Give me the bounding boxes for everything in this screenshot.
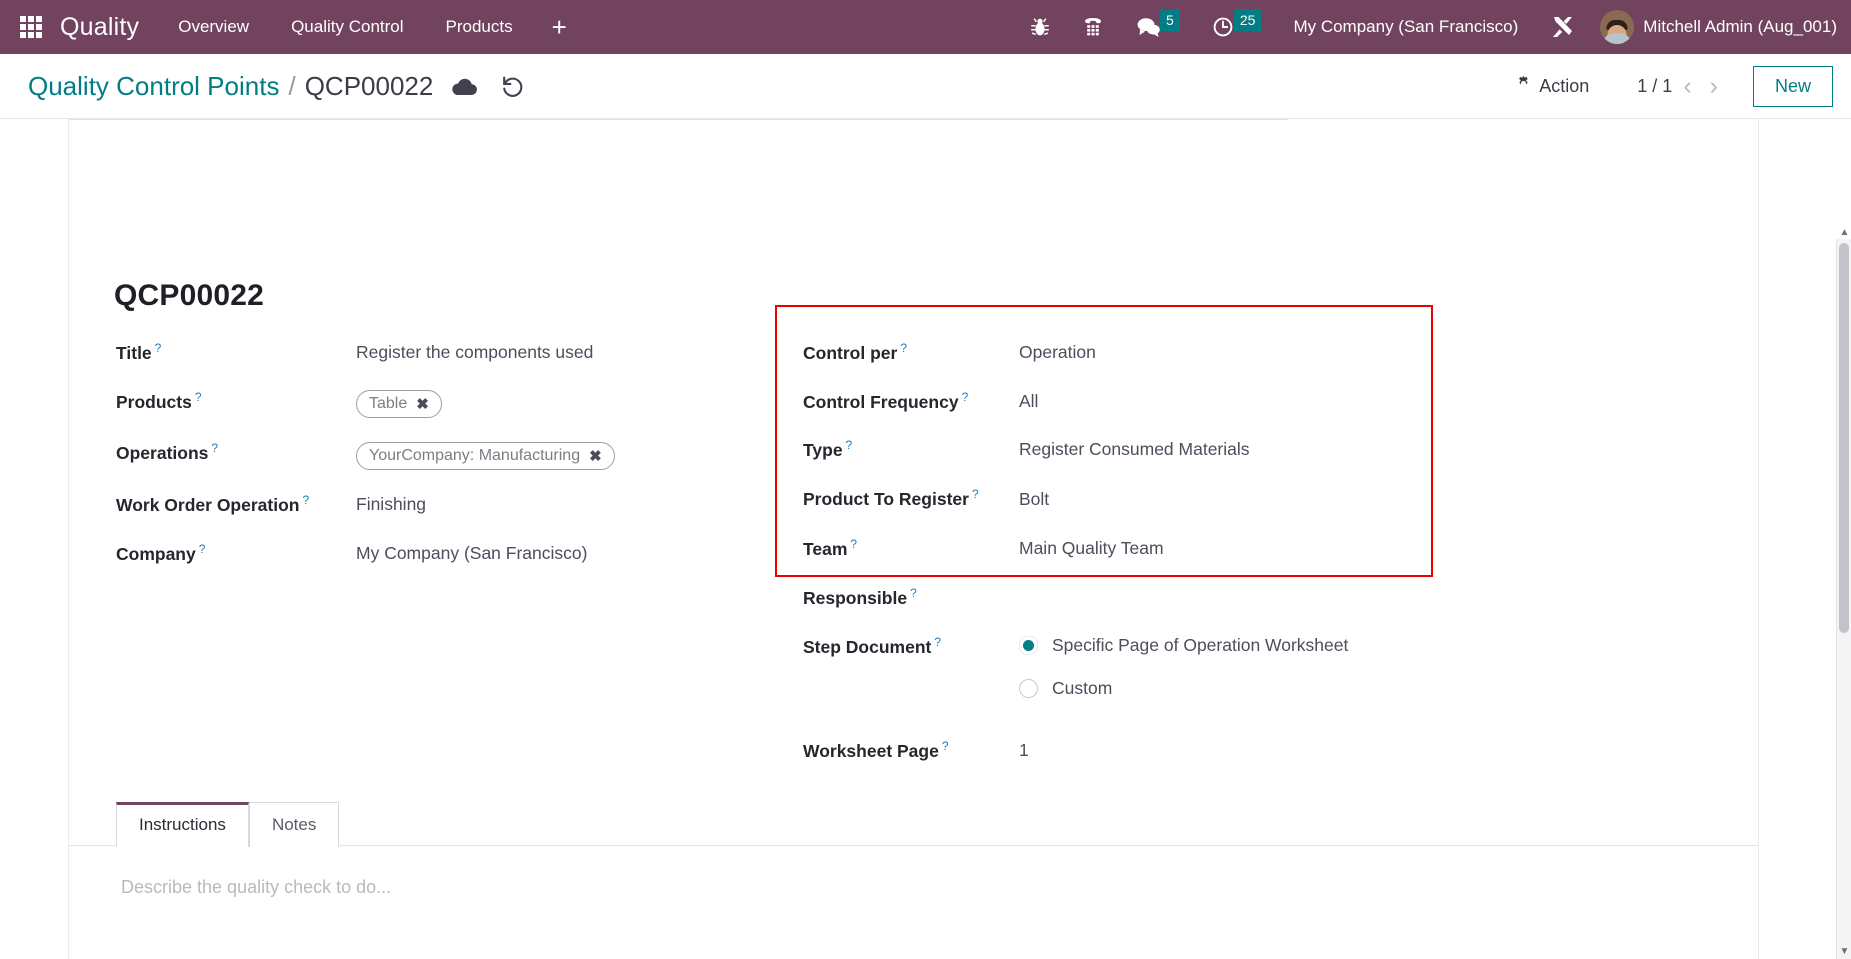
cloud-upload-icon[interactable] (451, 76, 478, 97)
radio-option-specific-page[interactable]: Specific Page of Operation Worksheet (1019, 635, 1348, 656)
field-label-operations: Operations? (116, 441, 219, 463)
new-button[interactable]: New (1752, 65, 1833, 107)
help-icon-control-frequency[interactable]: ? (962, 390, 969, 404)
field-label-team: Team? (803, 537, 858, 559)
breadcrumb-current-record: QCP00022 (304, 70, 434, 101)
apps-grid-icon (20, 16, 42, 38)
help-icon-product-to-register[interactable]: ? (972, 487, 979, 501)
remove-x-icon[interactable]: ✖ (416, 395, 429, 413)
tools-wrench-icon[interactable] (1534, 0, 1592, 54)
apps-menu-button[interactable] (8, 0, 54, 54)
radio-label: Specific Page of Operation Worksheet (1052, 635, 1349, 655)
field-value-control-frequency[interactable]: All (1019, 391, 1038, 412)
radio-selected-icon[interactable] (1019, 636, 1038, 655)
company-switcher[interactable]: My Company (San Francisco) (1277, 17, 1534, 37)
breadcrumb: Quality Control Points / QCP00022 (28, 71, 433, 102)
field-label-title: Title? (116, 341, 162, 363)
remove-x-icon[interactable]: ✖ (589, 447, 602, 465)
help-icon-type[interactable]: ? (846, 438, 853, 452)
radio-option-custom[interactable]: Custom (1019, 678, 1112, 699)
tab-instructions[interactable]: Instructions (116, 802, 249, 847)
field-label-worksheet-page: Worksheet Page? (803, 739, 949, 761)
help-icon-products[interactable]: ? (195, 390, 202, 404)
field-value-company[interactable]: My Company (San Francisco) (356, 543, 587, 564)
scroll-down-arrow-icon[interactable]: ▼ (1837, 946, 1851, 957)
help-icon-title[interactable]: ? (155, 341, 162, 355)
field-label-work-order-operation: Work Order Operation? (116, 493, 310, 515)
help-icon-responsible[interactable]: ? (910, 586, 917, 600)
field-value-worksheet-page[interactable]: 1 (1019, 740, 1029, 761)
field-label-product-to-register: Product To Register? (803, 487, 979, 509)
field-label-step-document: Step Document? (803, 635, 942, 657)
page-scrollbar[interactable]: ▲ ▼ (1836, 227, 1851, 959)
phone-dialpad-icon[interactable] (1066, 0, 1120, 54)
chip-operations-manufacturing[interactable]: YourCompany: Manufacturing ✖ (356, 442, 615, 470)
tab-notes[interactable]: Notes (248, 802, 340, 847)
help-icon-worksheet-page[interactable]: ? (942, 739, 949, 753)
activities-counter[interactable]: 25 (1196, 0, 1278, 54)
field-value-type[interactable]: Register Consumed Materials (1019, 439, 1250, 460)
field-label-products: Products? (116, 390, 202, 412)
messages-counter[interactable]: 5 (1120, 0, 1196, 54)
record-actions (451, 75, 525, 98)
help-icon-team[interactable]: ? (850, 537, 857, 551)
messages-badge-count: 5 (1159, 9, 1180, 31)
instructions-placeholder[interactable]: Describe the quality check to do... (121, 877, 391, 898)
chevron-left-icon[interactable]: ‹ (1676, 73, 1698, 99)
bug-icon[interactable] (1014, 0, 1066, 54)
field-value-control-per[interactable]: Operation (1019, 342, 1096, 363)
user-menu[interactable]: Mitchell Admin (Aug_001) (1592, 10, 1837, 44)
pager: 1 / 1 ‹ › (1637, 73, 1725, 99)
nav-item-quality-control[interactable]: Quality Control (270, 0, 424, 54)
field-value-title[interactable]: Register the components used (356, 342, 593, 363)
form-view-body: QCP00022 Title? Register the components … (0, 119, 1851, 959)
action-menu-label: Action (1539, 75, 1590, 96)
help-icon-step-document[interactable]: ? (934, 635, 941, 649)
breadcrumb-separator: / (288, 70, 296, 101)
breadcrumb-parent-link[interactable]: Quality Control Points (28, 71, 279, 102)
pager-count: 1 / 1 (1637, 75, 1673, 96)
field-label-company: Company? (116, 542, 206, 564)
clock-activity-icon (1212, 15, 1236, 39)
field-value-work-order-operation[interactable]: Finishing (356, 494, 426, 515)
scrollbar-thumb[interactable] (1839, 243, 1849, 633)
nav-add-button[interactable]: + (534, 0, 585, 54)
gear-icon (1515, 75, 1532, 97)
radio-unselected-icon[interactable] (1019, 679, 1038, 698)
control-panel: Quality Control Points / QCP00022 Action… (0, 54, 1851, 119)
field-value-product-to-register[interactable]: Bolt (1019, 489, 1049, 510)
chevron-right-icon[interactable]: › (1703, 73, 1725, 99)
help-icon-work-order-operation[interactable]: ? (302, 493, 309, 507)
notebook-tabs: Instructions Notes (116, 801, 340, 847)
field-label-control-per: Control per? (803, 341, 907, 363)
user-menu-label: Mitchell Admin (Aug_001) (1643, 17, 1837, 36)
field-label-responsible: Responsible? (803, 586, 917, 608)
field-label-control-frequency: Control Frequency? (803, 390, 969, 412)
record-title: QCP00022 (114, 279, 265, 312)
radio-label: Custom (1052, 678, 1113, 698)
top-navbar: Quality Overview Quality Control Product… (0, 0, 1851, 54)
chat-bubble-icon (1136, 16, 1162, 38)
help-icon-control-per[interactable]: ? (900, 341, 907, 355)
help-icon-operations[interactable]: ? (211, 441, 218, 455)
nav-item-overview[interactable]: Overview (157, 0, 270, 54)
sheet-top-divider (68, 119, 1288, 120)
chip-products-table[interactable]: Table ✖ (356, 390, 442, 418)
help-icon-company[interactable]: ? (199, 542, 206, 556)
field-value-team[interactable]: Main Quality Team (1019, 538, 1164, 559)
chip-label: Table (369, 395, 408, 412)
control-panel-right: Action 1 / 1 ‹ › New (1503, 65, 1833, 107)
app-brand-quality[interactable]: Quality (54, 13, 157, 42)
field-label-type: Type? (803, 438, 853, 460)
activities-badge-count: 25 (1233, 9, 1262, 31)
avatar (1600, 10, 1635, 44)
chip-label: YourCompany: Manufacturing (369, 447, 581, 464)
nav-item-products[interactable]: Products (425, 0, 534, 54)
action-menu-button[interactable]: Action (1503, 69, 1601, 103)
undo-rotate-icon[interactable] (500, 75, 525, 98)
scroll-up-arrow-icon[interactable]: ▲ (1837, 227, 1851, 238)
